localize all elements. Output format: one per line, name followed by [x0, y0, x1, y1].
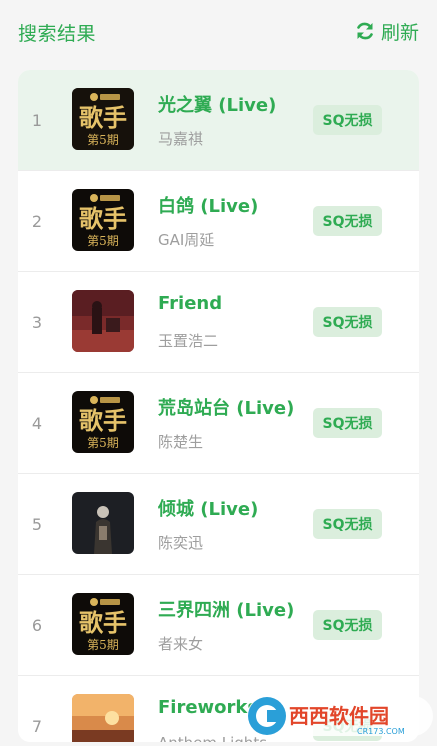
page-title: 搜索结果: [18, 23, 97, 45]
song-title: 白鸽 (Live): [158, 196, 259, 217]
item-index: 2: [31, 211, 43, 231]
quality-badge[interactable]: SQ无损: [313, 206, 382, 236]
song-title: 光之翼 (Live): [158, 95, 277, 116]
list-item[interactable]: 4 歌手 第5期 荒岛站台 (Live) 陈楚生 SQ无损: [18, 373, 419, 474]
refresh-button[interactable]: 刷新: [355, 18, 419, 44]
list-item[interactable]: 6 歌手 第5期 三界四洲 (Live) 者来女 SQ无损: [18, 575, 419, 676]
svg-text:歌手: 歌手: [79, 608, 127, 637]
item-index: 7: [31, 716, 43, 736]
item-index: 5: [31, 514, 43, 534]
svg-text:第5期: 第5期: [87, 638, 119, 652]
item-index: 6: [31, 615, 43, 635]
item-index: 1: [31, 110, 43, 130]
svg-text:第5期: 第5期: [87, 436, 119, 450]
sunset-icon: [72, 694, 134, 742]
song-artist: 陈楚生: [158, 433, 204, 451]
item-index: 4: [31, 413, 43, 433]
song-title: 三界四洲 (Live): [158, 600, 295, 621]
song-title: 倾城 (Live): [158, 499, 259, 520]
singer-show-icon: 歌手 第5期: [72, 88, 134, 150]
result-list: 1 歌手 第5期 光之翼 (Live) 马嘉祺 SQ无损 2 歌手 第5期 白鸽…: [18, 70, 419, 742]
header: 搜索结果 刷新: [0, 0, 437, 62]
song-artist: 玉置浩二: [158, 332, 219, 350]
svg-text:歌手: 歌手: [79, 406, 127, 435]
quality-badge[interactable]: SQ无损: [313, 610, 382, 640]
song-artist: 者来女: [158, 635, 204, 653]
list-item[interactable]: 5 倾城 (Live) 陈奕迅 SQ无损: [18, 474, 419, 575]
quality-badge[interactable]: SQ无损: [313, 408, 382, 438]
svg-text:西西软件园: 西西软件园: [289, 704, 389, 728]
song-artist: 马嘉祺: [158, 130, 204, 148]
red-album-icon: [72, 290, 134, 352]
svg-text:第5期: 第5期: [87, 133, 119, 147]
song-title: Friend: [158, 293, 223, 314]
quality-badge[interactable]: SQ无损: [313, 307, 382, 337]
svg-text:歌手: 歌手: [79, 204, 127, 233]
list-item[interactable]: 1 歌手 第5期 光之翼 (Live) 马嘉祺 SQ无损: [18, 70, 419, 171]
song-artist: 陈奕迅: [158, 534, 204, 552]
list-item[interactable]: 2 歌手 第5期 白鸽 (Live) GAI周延 SQ无损: [18, 171, 419, 272]
singer-show-icon: 歌手 第5期: [72, 189, 134, 251]
song-title: 荒岛站台 (Live): [158, 398, 295, 419]
quality-badge[interactable]: SQ无损: [313, 105, 382, 135]
watermark-logo: 西西软件园 CR173.COM: [237, 690, 437, 742]
list-item[interactable]: 3 Friend 玉置浩二 SQ无损: [18, 272, 419, 373]
singer-show-icon: 歌手 第5期: [72, 593, 134, 655]
svg-text:第5期: 第5期: [87, 234, 119, 248]
singer-show-icon: 歌手 第5期: [72, 391, 134, 453]
quality-badge[interactable]: SQ无损: [313, 509, 382, 539]
refresh-icon: [357, 22, 373, 40]
dark-portrait-icon: [72, 492, 134, 554]
song-artist: GAI周延: [158, 231, 215, 249]
refresh-label: 刷新: [380, 21, 419, 44]
svg-text:歌手: 歌手: [79, 103, 127, 132]
item-index: 3: [31, 312, 43, 332]
svg-text:CR173.COM: CR173.COM: [357, 727, 405, 736]
